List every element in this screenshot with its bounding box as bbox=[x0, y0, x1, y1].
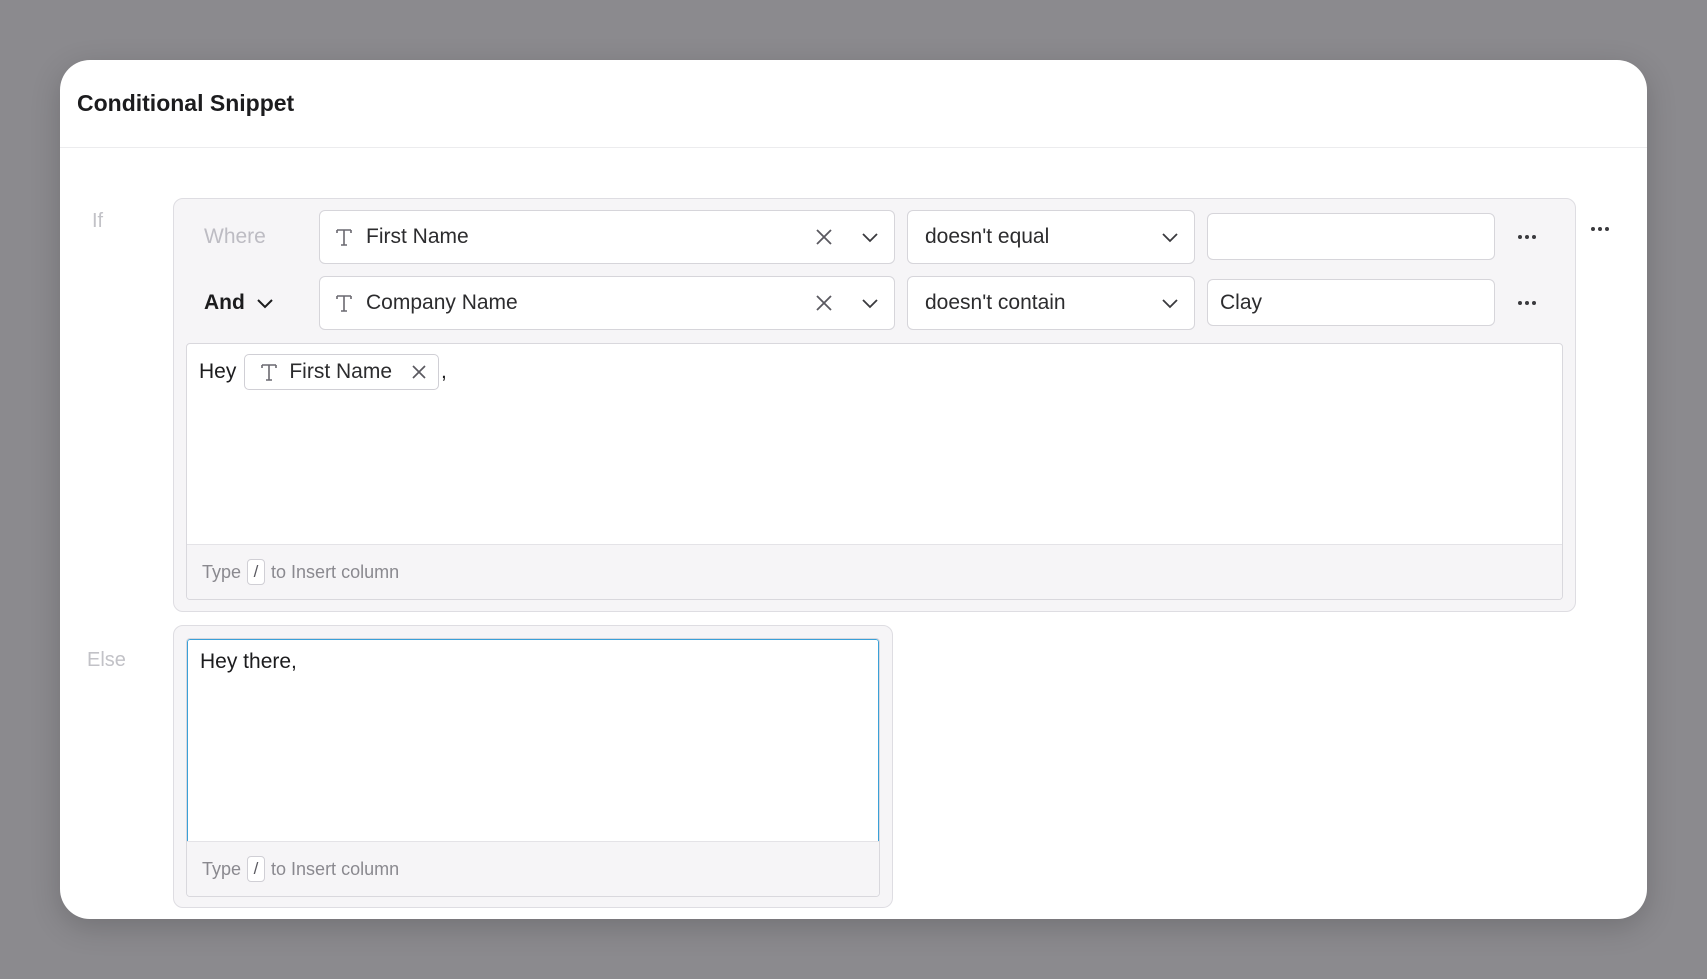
column-chip[interactable]: First Name bbox=[244, 354, 440, 390]
operator-select-1[interactable]: doesn't equal bbox=[907, 210, 1195, 264]
operator-label: doesn't contain bbox=[925, 291, 1066, 314]
chevron-down-icon bbox=[862, 299, 878, 309]
chevron-down-icon bbox=[1162, 299, 1178, 309]
if-editor-suffix: , bbox=[441, 360, 447, 383]
column-chip-label: First Name bbox=[289, 360, 393, 383]
modal-title: Conditional Snippet bbox=[77, 90, 295, 116]
field-select-label: First Name bbox=[366, 225, 469, 248]
if-condition-group: Where First Name doesn't equal And Compa… bbox=[173, 198, 1576, 612]
field-select-2[interactable]: Company Name bbox=[319, 276, 895, 330]
else-snippet-editor[interactable]: Hey there, Type / to Insert column bbox=[186, 638, 880, 897]
operator-select-2[interactable]: doesn't contain bbox=[907, 276, 1195, 330]
close-icon[interactable] bbox=[814, 293, 834, 313]
value-input-2[interactable] bbox=[1207, 279, 1495, 326]
hint-text-after: to Insert column bbox=[271, 561, 400, 582]
else-label: Else bbox=[87, 649, 126, 671]
more-horizontal-icon bbox=[1591, 227, 1609, 231]
modal-header: Conditional Snippet bbox=[60, 60, 1647, 148]
if-editor-prefix: Hey bbox=[199, 360, 237, 383]
if-label: If bbox=[92, 210, 104, 232]
text-type-icon bbox=[336, 295, 352, 312]
if-editor-hint: Type / to Insert column bbox=[187, 544, 1562, 599]
chevron-down-icon bbox=[1162, 233, 1178, 243]
text-type-icon bbox=[261, 364, 278, 381]
hint-text-before: Type bbox=[202, 858, 242, 879]
chevron-down-icon bbox=[257, 299, 273, 309]
if-snippet-editor[interactable]: Hey First Name , Type / to Insert column bbox=[186, 343, 1563, 600]
else-group: Hey there, Type / to Insert column bbox=[173, 625, 893, 908]
hint-text-before: Type bbox=[202, 561, 242, 582]
slash-key: / bbox=[247, 856, 266, 882]
else-editor-content[interactable]: Hey there, bbox=[187, 639, 879, 842]
else-editor-hint: Type / to Insert column bbox=[187, 841, 879, 896]
more-horizontal-icon bbox=[1518, 235, 1536, 239]
close-icon[interactable] bbox=[814, 227, 834, 247]
operator-label: doesn't equal bbox=[925, 225, 1050, 248]
condition-row-1: Where First Name doesn't equal bbox=[174, 210, 1575, 264]
condition-more-button-1[interactable] bbox=[1512, 210, 1542, 264]
group-more-button[interactable] bbox=[1585, 214, 1615, 244]
value-input-1[interactable] bbox=[1207, 213, 1495, 260]
slash-key: / bbox=[247, 559, 266, 585]
if-editor-content[interactable]: Hey First Name , bbox=[187, 344, 1562, 400]
connector-where: Where bbox=[204, 225, 266, 248]
conditional-snippet-modal: Conditional Snippet If Where First Name bbox=[60, 60, 1647, 919]
field-select-label: Company Name bbox=[366, 291, 518, 314]
condition-row-2: And Company Name doesn't contain bbox=[174, 276, 1575, 330]
text-type-icon bbox=[336, 229, 352, 246]
condition-more-button-2[interactable] bbox=[1512, 276, 1542, 330]
more-horizontal-icon bbox=[1518, 301, 1536, 305]
chevron-down-icon bbox=[862, 233, 878, 243]
hint-text-after: to Insert column bbox=[271, 858, 400, 879]
field-select-1[interactable]: First Name bbox=[319, 210, 895, 264]
connector-and: And bbox=[204, 291, 245, 314]
else-editor-text: Hey there, bbox=[200, 650, 297, 673]
connector-select[interactable]: And bbox=[204, 276, 275, 330]
close-icon[interactable] bbox=[410, 363, 428, 381]
